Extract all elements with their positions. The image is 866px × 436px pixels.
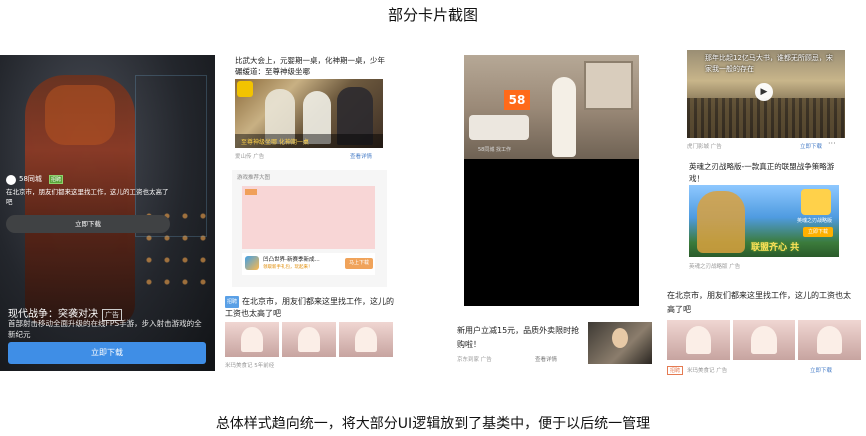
banner-image (242, 186, 375, 249)
hud-decoration (135, 75, 207, 237)
ad-meta: 米玛美食记 广告 (687, 368, 728, 374)
activity-tag (245, 189, 257, 195)
app-subtitle: 领取新手礼包，玩起来！ (263, 265, 313, 270)
brand-name: 58同城 (19, 175, 42, 183)
more-options-icon[interactable]: ··· (828, 139, 836, 148)
ad-tag: 招聘 (225, 296, 240, 308)
martial-ad-card[interactable]: 比武大会上，元婴期一桌，化神期一桌，少年碾缓道：至尊神级坐哪 至尊神级坐哪 化神… (222, 53, 389, 163)
game-logo-text: 英魂之刃战略版 (797, 218, 833, 224)
ad-meta: 米玛美食记 5年前经 (225, 363, 275, 369)
download-link[interactable]: 立即下载 (800, 142, 822, 150)
view-details-link[interactable]: 查看详情 (535, 355, 557, 363)
app-name: 凹凸世界-新赛季新成... (263, 257, 320, 263)
page-title: 部分卡片截图 (387, 6, 478, 24)
card-header: 游戏推荐大图 (237, 175, 271, 181)
download-now-button[interactable]: 马上下载 (345, 258, 373, 269)
card-description: 首部射击移动全面升级的在线FPS手游，步入射击游戏的全新纪元 (8, 319, 202, 339)
video-frame[interactable]: 58 58同城 找工作 (464, 55, 639, 159)
jd-ad-headline[interactable]: 新用户立减15元，品质外卖限时抢购啦！ (457, 324, 582, 352)
video-caption: 那年比起12亿马大书，谁都无所顾忌，宋家我一般的存在 (705, 54, 833, 73)
ad-meta: 英魂之刃战略版 广告 (689, 264, 741, 270)
app-logo-icon (237, 81, 253, 97)
image-strip (667, 320, 862, 360)
card-headline: 比武大会上，元婴期一桌，化神期一桌，少年碾缓道：至尊神级坐哪 (235, 56, 385, 76)
view-details-link[interactable]: 查看详情 (350, 152, 372, 160)
download-link[interactable]: 立即下载 (810, 366, 832, 374)
download-button[interactable]: 立即下载 (6, 215, 170, 233)
ad-meta: 虎门影城 广告 (687, 144, 722, 150)
brand-logo: 58 (504, 90, 530, 110)
image-caption: 至尊神级坐哪 化神期一桌 (241, 139, 309, 146)
ad-image: 至尊神级坐哪 化神期一桌 (235, 79, 383, 148)
yinghun-ad-headline[interactable]: 英魂之刃战略版-一款真正的联盟战争策略游戏！ (689, 161, 849, 185)
brand-avatar-icon (6, 175, 16, 185)
app-row: 凹凸世界-新赛季新成... 领取新手礼包，玩起来！ 马上下载 (242, 253, 375, 275)
image-strip (225, 322, 393, 357)
game-ad-card[interactable]: 现代战争：突袭对决 广告 首部射击移动全面升级的在线FPS手游，步入射击游戏的全新… (0, 55, 215, 371)
app-icon (245, 256, 259, 270)
yinghun-ad-image: 英魂之刃战略版 立即下载 联盟齐心 共 (689, 185, 839, 257)
job-ad-headline[interactable]: 在北京市，朋友们都来这里找工作，这儿的工资也太高了吧 (667, 289, 857, 317)
video-description: 在北京市，朋友们都来这里找工作，这儿的工资也太高了吧 (6, 188, 169, 206)
footer-caption: 总体样式趋向统一，将大部分UI逻辑放到了基类中，便于以后统一管理 (215, 416, 651, 432)
slogan: 联盟齐心 共 (751, 243, 800, 253)
ad-meta: 爱山传 广告 (235, 154, 265, 160)
game-logo-icon (801, 189, 831, 215)
play-icon[interactable]: ▶ (755, 83, 773, 101)
download-button[interactable]: 立即下载 (8, 342, 206, 364)
ad-tag: 招聘 (667, 366, 684, 375)
ad-meta: 京东到家 广告 (457, 357, 492, 363)
image-download-button[interactable]: 立即下载 (803, 227, 833, 237)
video-ad-card[interactable]: 58 58同城 找工作 (464, 55, 639, 306)
brand-tag: 招聘 (49, 175, 64, 184)
job-ad-headline[interactable]: 招聘 在北京市，朋友们都来这里找工作，这儿的工资也太高了吧 (225, 296, 395, 320)
game-pink-card[interactable]: 游戏推荐大图 凹凸世界-新赛季新成... 领取新手礼包，玩起来！ 马上下载 (232, 170, 387, 287)
jd-ad-image (588, 322, 652, 364)
video-caption: 58同城 找工作 (478, 147, 511, 153)
